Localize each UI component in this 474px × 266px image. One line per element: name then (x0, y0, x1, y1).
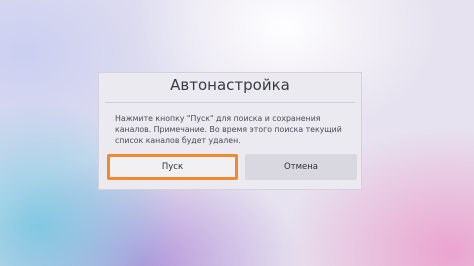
cancel-button[interactable]: Отмена (245, 154, 357, 180)
dialog-message: Нажмите кнопку "Пуск" для поиска и сохра… (115, 114, 342, 145)
dialog-title: Автонастройка (170, 76, 290, 94)
start-button[interactable]: Пуск (107, 154, 238, 180)
title-divider (105, 102, 355, 103)
auto-tuning-dialog: Автонастройка Нажмите кнопку "Пуск" для … (98, 72, 362, 190)
